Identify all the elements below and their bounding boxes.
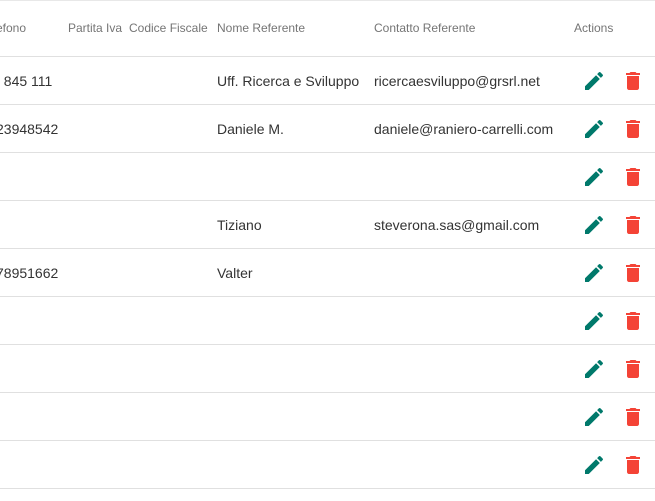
- trash-icon: [626, 360, 640, 378]
- pencil-icon: [585, 407, 604, 426]
- cell-contatto-referente: ricercaesviluppo@grsrl.net: [374, 73, 540, 89]
- cell-contatto-referente: steverona.sas@gmail.com: [374, 217, 540, 233]
- pencil-icon: [585, 263, 604, 282]
- header-codice-fiscale[interactable]: Codice Fiscale: [129, 21, 208, 35]
- table-row: Tiziano steverona.sas@gmail.com: [0, 201, 655, 249]
- table-row: [0, 441, 655, 489]
- delete-button[interactable]: [621, 405, 645, 429]
- delete-button[interactable]: [621, 69, 645, 93]
- pencil-icon: [585, 311, 604, 330]
- table-row: [0, 345, 655, 393]
- pencil-icon: [585, 119, 604, 138]
- delete-button[interactable]: [621, 309, 645, 333]
- delete-button[interactable]: [621, 213, 645, 237]
- edit-button[interactable]: [582, 213, 606, 237]
- edit-button[interactable]: [582, 453, 606, 477]
- header-nome-referente[interactable]: Nome Referente: [217, 21, 305, 35]
- cell-nome-referente: Daniele M.: [217, 121, 284, 137]
- trash-icon: [626, 456, 640, 474]
- header-actions: Actions: [574, 21, 614, 35]
- edit-button[interactable]: [582, 165, 606, 189]
- pencil-icon: [585, 167, 604, 186]
- trash-icon: [626, 216, 640, 234]
- table-row: [0, 297, 655, 345]
- contacts-table: efono Partita Iva Codice Fiscale Nome Re…: [0, 0, 655, 501]
- cell-nome-referente: Uff. Ricerca e Sviluppo: [217, 73, 360, 89]
- header-partita-iva[interactable]: Partita Iva: [68, 21, 122, 35]
- edit-button[interactable]: [582, 117, 606, 141]
- trash-icon: [626, 408, 640, 426]
- trash-icon: [626, 168, 640, 186]
- cell-contatto-referente: daniele@raniero-carrelli.com: [374, 121, 554, 137]
- delete-button[interactable]: [621, 261, 645, 285]
- cell-nome-referente: Tiziano: [217, 217, 262, 233]
- edit-button[interactable]: [582, 357, 606, 381]
- cell-telefono: I 845 111: [0, 73, 53, 89]
- trash-icon: [626, 312, 640, 330]
- table-row: [0, 153, 655, 201]
- table-row: 78951662 Valter: [0, 249, 655, 297]
- trash-icon: [626, 264, 640, 282]
- table-row: [0, 393, 655, 441]
- delete-button[interactable]: [621, 453, 645, 477]
- table-header: efono Partita Iva Codice Fiscale Nome Re…: [0, 0, 655, 57]
- table-row: I 845 111 Uff. Ricerca e Sviluppo ricerc…: [0, 57, 655, 105]
- pencil-icon: [585, 359, 604, 378]
- cell-telefono: 78951662: [0, 265, 59, 281]
- edit-button[interactable]: [582, 405, 606, 429]
- trash-icon: [626, 72, 640, 90]
- cell-telefono: 23948542: [0, 121, 59, 137]
- table-row: 23948542 Daniele M. daniele@raniero-carr…: [0, 105, 655, 153]
- delete-button[interactable]: [621, 165, 645, 189]
- pencil-icon: [585, 455, 604, 474]
- header-telefono[interactable]: efono: [0, 21, 26, 35]
- edit-button[interactable]: [582, 309, 606, 333]
- pencil-icon: [585, 215, 604, 234]
- trash-icon: [626, 120, 640, 138]
- edit-button[interactable]: [582, 261, 606, 285]
- delete-button[interactable]: [621, 117, 645, 141]
- cell-nome-referente: Valter: [217, 265, 253, 281]
- header-contatto-referente[interactable]: Contatto Referente: [374, 21, 475, 35]
- delete-button[interactable]: [621, 357, 645, 381]
- edit-button[interactable]: [582, 69, 606, 93]
- pencil-icon: [585, 71, 604, 90]
